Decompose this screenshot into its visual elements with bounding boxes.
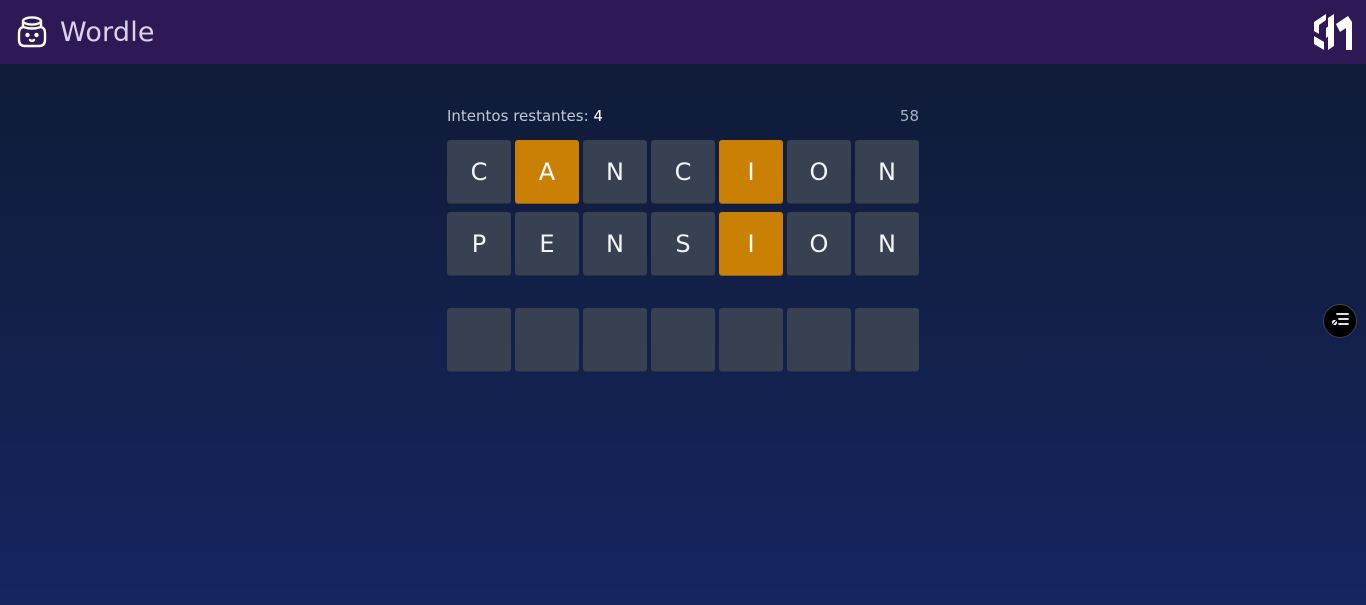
tile: C [447,140,511,204]
timer: 58 [899,107,919,125]
tile: N [855,212,919,276]
attempts-status: Intentos restantes: 4 [447,107,603,125]
tile: C [651,140,715,204]
board: C A N C I O N P E N S I O N [447,140,919,372]
tile: O [787,140,851,204]
side-menu-button[interactable] [1323,304,1357,338]
attempts-label: Intentos restantes: [447,107,589,125]
empty-tile [583,308,647,372]
empty-tile [651,308,715,372]
empty-tile [719,308,783,372]
attempts-count: 4 [593,107,603,125]
tile: I [719,212,783,276]
empty-tile [515,308,579,372]
status-row: Intentos restantes: 4 58 [447,104,919,128]
current-input-row [447,308,919,372]
app-header: Wordle [0,0,1366,64]
midu-logo-icon[interactable] [1312,12,1354,52]
game-area: Intentos restantes: 4 58 C A N C I O N P… [447,104,919,380]
guess-row-1: C A N C I O N [447,140,919,204]
empty-tile [447,308,511,372]
app-title: Wordle [60,16,155,48]
bucket-face-icon [16,15,48,49]
tile: N [583,212,647,276]
tile: N [583,140,647,204]
home-link[interactable]: Wordle [16,15,155,49]
tile: O [787,212,851,276]
tile: S [651,212,715,276]
tile: E [515,212,579,276]
tile: P [447,212,511,276]
filter-list-icon [1330,311,1350,331]
empty-tile [855,308,919,372]
empty-tile [787,308,851,372]
tile: A [515,140,579,204]
guess-row-2: P E N S I O N [447,212,919,276]
tile: I [719,140,783,204]
tile: N [855,140,919,204]
